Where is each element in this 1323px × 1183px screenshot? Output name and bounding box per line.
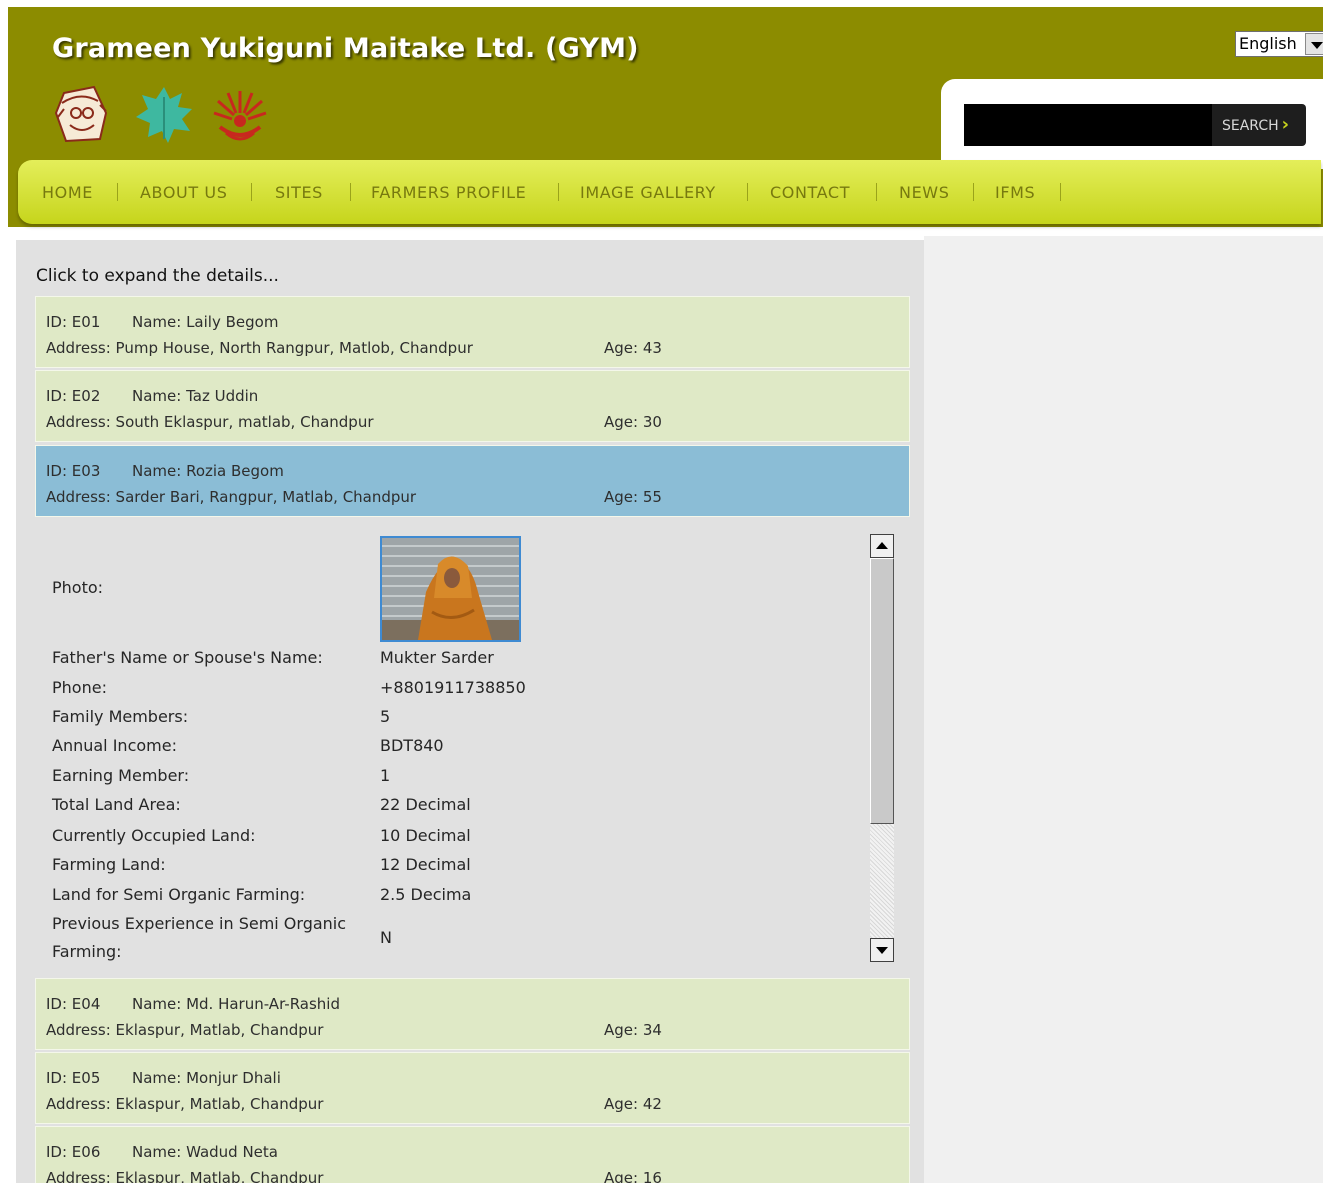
nav-item-about-us[interactable]: ABOUT US <box>140 183 227 202</box>
search-button-label: SEARCH <box>1222 118 1279 134</box>
scrollbar-thumb[interactable] <box>870 558 894 824</box>
nav-item-image-gallery[interactable]: IMAGE GALLERY <box>580 183 716 202</box>
farmer-name: Name: Md. Harun-Ar-Rashid <box>132 995 340 1013</box>
farmer-age: Age: 42 <box>604 1095 662 1113</box>
farmer-address: Address: Sarder Bari, Rangpur, Matlab, C… <box>46 488 417 506</box>
farmer-address: Address: Pump House, North Rangpur, Matl… <box>46 339 473 357</box>
language-select-value: English <box>1239 34 1297 53</box>
nav-separator <box>350 183 351 201</box>
detail-value: 1 <box>380 766 391 785</box>
leaf-logo-icon <box>136 87 192 143</box>
detail-label: Currently Occupied Land: <box>52 826 256 845</box>
farmer-age: Age: 34 <box>604 1021 662 1039</box>
farmer-age: Age: 16 <box>604 1169 662 1183</box>
detail-value: +8801911738850 <box>380 678 526 697</box>
farmer-address: Address: South Eklaspur, matlab, Chandpu… <box>46 413 374 431</box>
detail-label: Phone: <box>52 678 107 697</box>
farmer-address: Address: Eklaspur, Matlab, Chandpur <box>46 1095 324 1113</box>
farmer-name: Name: Wadud Neta <box>132 1143 278 1161</box>
detail-value: BDT840 <box>380 736 444 755</box>
farmer-row-e05[interactable]: ID: E05 Name: Monjur Dhali Address: Ekla… <box>35 1052 910 1124</box>
search-input[interactable] <box>964 104 1214 146</box>
details-scrollbar[interactable] <box>870 534 894 962</box>
intro-text: Click to expand the details... <box>36 266 279 286</box>
nav-item-farmers-profile[interactable]: FARMERS PROFILE <box>371 183 526 202</box>
detail-value: 12 Decimal <box>380 855 471 874</box>
detail-label: Farming: <box>52 942 122 961</box>
farmer-name: Name: Laily Begom <box>132 313 279 331</box>
farmer-address: Address: Eklaspur, Matlab, Chandpur <box>46 1021 324 1039</box>
detail-label: Father's Name or Spouse's Name: <box>52 648 323 667</box>
language-select[interactable]: English <box>1235 31 1323 57</box>
dropdown-arrow-icon[interactable] <box>1305 33 1323 55</box>
detail-label: Family Members: <box>52 707 189 726</box>
farmer-id: ID: E04 <box>46 995 101 1013</box>
search-container: SEARCH › <box>941 79 1323 169</box>
farmer-id: ID: E06 <box>46 1143 101 1161</box>
farmer-row-e01[interactable]: ID: E01 Name: Laily Begom Address: Pump … <box>35 296 910 368</box>
farmer-name: Name: Monjur Dhali <box>132 1069 281 1087</box>
nav-separator <box>876 183 877 201</box>
right-sidebar <box>924 236 1323 1183</box>
scroll-down-arrow-icon[interactable] <box>870 938 894 962</box>
farmers-profile-panel: Click to expand the details... ID: E01 N… <box>16 240 924 1183</box>
detail-value: Mukter Sarder <box>380 648 494 667</box>
nav-item-home[interactable]: HOME <box>42 183 93 202</box>
nav-item-ifms[interactable]: IFMS <box>995 183 1035 202</box>
farmer-age: Age: 43 <box>604 339 662 357</box>
photo-label: Photo: <box>52 578 104 597</box>
detail-value: N <box>380 928 392 947</box>
detail-label: Annual Income: <box>52 736 177 755</box>
nav-separator <box>973 183 974 201</box>
farmer-name: Name: Rozia Begom <box>132 462 284 480</box>
farmer-row-e06[interactable]: ID: E06 Name: Wadud Neta Address: Eklasp… <box>35 1126 910 1183</box>
farmer-row-e02[interactable]: ID: E02 Name: Taz Uddin Address: South E… <box>35 370 910 442</box>
nav-separator <box>558 183 559 201</box>
farmer-age: Age: 30 <box>604 413 662 431</box>
scroll-up-arrow-icon[interactable] <box>870 534 894 558</box>
main-nav: HOME ABOUT US SITES FARMERS PROFILE IMAG… <box>18 160 1321 224</box>
nav-separator <box>251 183 252 201</box>
farmer-id: ID: E01 <box>46 313 101 331</box>
farmer-id: ID: E05 <box>46 1069 101 1087</box>
nav-item-contact[interactable]: CONTACT <box>770 183 850 202</box>
farmer-details-panel: Photo: Father's Name or Spouse's Name: M… <box>35 518 910 977</box>
detail-value: 2.5 Decima <box>380 885 472 904</box>
detail-value: 5 <box>380 707 391 726</box>
farmer-row-e03[interactable]: ID: E03 Name: Rozia Begom Address: Sarde… <box>35 445 910 517</box>
nav-separator <box>117 183 118 201</box>
site-title: Grameen Yukiguni Maitake Ltd. (GYM) <box>52 33 639 64</box>
farmer-name: Name: Taz Uddin <box>132 387 259 405</box>
detail-value: 22 Decimal <box>380 795 471 814</box>
farmer-id: ID: E03 <box>46 462 101 480</box>
detail-label: Farming Land: <box>52 855 166 874</box>
detail-value: 10 Decimal <box>380 826 471 845</box>
farmer-address: Address: Eklaspur, Matlab, Chandpur <box>46 1169 324 1183</box>
farmer-age: Age: 55 <box>604 488 662 506</box>
search-arrow-icon: › <box>1281 114 1290 135</box>
detail-label: Earning Member: <box>52 766 190 785</box>
sun-emblem-logo-icon <box>213 91 267 141</box>
detail-label: Land for Semi Organic Farming: <box>52 885 306 904</box>
nav-separator <box>1060 183 1061 201</box>
farmer-row-e04[interactable]: ID: E04 Name: Md. Harun-Ar-Rashid Addres… <box>35 978 910 1050</box>
detail-label: Previous Experience in Semi Organic <box>52 914 347 933</box>
nav-separator <box>747 183 748 201</box>
detail-label: Total Land Area: <box>52 795 181 814</box>
farmer-id: ID: E02 <box>46 387 101 405</box>
grameen-logo-icon <box>54 85 108 143</box>
search-button[interactable]: SEARCH › <box>1212 104 1306 146</box>
nav-item-news[interactable]: NEWS <box>899 183 949 202</box>
farmer-photo <box>380 536 521 642</box>
nav-item-sites[interactable]: SITES <box>275 183 323 202</box>
